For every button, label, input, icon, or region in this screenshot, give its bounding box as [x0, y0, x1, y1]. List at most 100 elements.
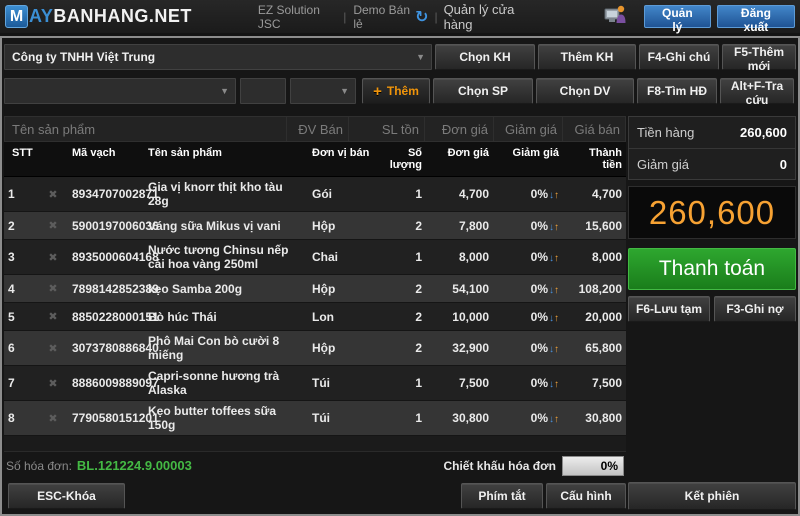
delete-row-icon[interactable]: ✖: [38, 409, 68, 428]
discount-up-icon[interactable]: ↑: [554, 222, 559, 233]
table-row[interactable]: 4 ✖ 7898142852389 kẹo Samba 200g Hộp 2 5…: [4, 275, 626, 303]
table-row[interactable]: 5 ✖ 8850228000151 Bò húc Thái Lon 2 10,0…: [4, 303, 626, 331]
table-header-row: STT Mã vạch Tên sản phẩm Đơn vị bán Số l…: [4, 142, 626, 177]
row-product-name: Bò húc Thái: [144, 307, 308, 327]
lock-button[interactable]: ESC-Khóa: [8, 483, 125, 509]
row-barcode: 7790580151201: [68, 408, 144, 428]
company-name: EZ Solution JSC: [258, 3, 336, 31]
table-row[interactable]: 1 ✖ 8934707002871 Gia vị knorr thịt kho …: [4, 177, 626, 212]
customer-value: Công ty TNHH Việt Trung: [12, 50, 155, 64]
grand-total-display: 260,600: [628, 186, 796, 239]
row-discount[interactable]: 0%↓↑: [493, 408, 563, 428]
store-manage-link[interactable]: Quản lý cửa hàng: [444, 2, 526, 32]
top-bar: M AY BANHANG.NET EZ Solution JSC | Demo …: [0, 0, 800, 33]
row-total: 108,200: [563, 279, 626, 299]
row-unit-price: 10,000: [426, 307, 493, 327]
table-row[interactable]: 2 ✖ 5900197006036 Váng sữa Mikus vị vani…: [4, 212, 626, 240]
debt-button[interactable]: F3-Ghi nợ: [714, 296, 796, 322]
row-product-name: Phô Mai Con bò cười 8 miếng: [144, 331, 308, 365]
discount-up-icon[interactable]: ↑: [554, 414, 559, 425]
delete-row-icon[interactable]: ✖: [38, 307, 68, 326]
row-product-name: Váng sữa Mikus vị vani: [144, 216, 308, 236]
row-unit-price: 8,000: [426, 247, 493, 267]
customer-select[interactable]: Công ty TNHH Việt Trung ▼: [4, 44, 432, 70]
chevron-down-icon: ▼: [416, 52, 425, 62]
discount-up-icon[interactable]: ↑: [554, 379, 559, 390]
store-mode: Demo Bán lẻ: [353, 3, 415, 31]
row-quantity: 2: [374, 279, 426, 299]
add-customer-button[interactable]: Thêm KH: [538, 44, 636, 70]
col-name: Tên sản phẩm: [144, 142, 308, 176]
discount-up-icon[interactable]: ↑: [554, 253, 559, 264]
config-button[interactable]: Cấu hình: [546, 483, 626, 509]
row-product-name: Nước tương Chinsu nếp cái hoa vàng 250ml: [144, 240, 308, 274]
delete-row-icon[interactable]: ✖: [38, 374, 68, 393]
table-row[interactable]: 7 ✖ 8886009889097 Capri-sonne hương trà …: [4, 366, 626, 401]
shortcuts-button[interactable]: Phím tắt: [461, 483, 543, 509]
row-unit-price: 4,700: [426, 184, 493, 204]
row-total: 20,000: [563, 307, 626, 327]
row-discount[interactable]: 0%↓↑: [493, 247, 563, 267]
refresh-icon[interactable]: ↻: [415, 7, 428, 27]
filter-sale-price: Giá bán: [562, 117, 625, 141]
row-total: 15,600: [563, 216, 626, 236]
note-button[interactable]: F4-Ghi chú: [639, 44, 719, 70]
table-row[interactable]: 8 ✖ 7790580151201 Kẹo butter toffees sữa…: [4, 401, 626, 436]
discount-up-icon[interactable]: ↑: [554, 344, 559, 355]
bottom-button-bar: ESC-Khóa Phím tắt Cấu hình: [4, 482, 626, 512]
discount-up-icon[interactable]: ↑: [554, 313, 559, 324]
row-discount[interactable]: 0%↓↑: [493, 307, 563, 327]
row-discount[interactable]: 0%↓↑: [493, 338, 563, 358]
discount-up-icon[interactable]: ↑: [554, 190, 559, 201]
user-icon[interactable]: [604, 4, 628, 29]
row-discount[interactable]: 0%↓↑: [493, 279, 563, 299]
row-unit: Gói: [308, 184, 374, 204]
end-session-button[interactable]: Kết phiên: [628, 482, 796, 510]
table-row[interactable]: 6 ✖ 3073780886840 Phô Mai Con bò cười 8 …: [4, 331, 626, 366]
table-row[interactable]: 3 ✖ 8935000604168 Nước tương Chinsu nếp …: [4, 240, 626, 275]
row-discount[interactable]: 0%↓↑: [493, 216, 563, 236]
logout-button[interactable]: Đăng xuất: [717, 5, 795, 28]
app-logo[interactable]: M AY BANHANG.NET: [5, 5, 192, 28]
choose-service-button[interactable]: Chọn DV: [536, 78, 634, 104]
save-temp-button[interactable]: F6-Lưu tạm: [628, 296, 710, 322]
add-item-button[interactable]: + Thêm: [362, 78, 430, 104]
delete-row-icon[interactable]: ✖: [38, 216, 68, 235]
discount-up-icon[interactable]: ↑: [554, 285, 559, 296]
row-discount[interactable]: 0%↓↑: [493, 373, 563, 393]
choose-product-button[interactable]: Chọn SP: [433, 78, 533, 104]
row-index: 8: [4, 408, 38, 428]
choose-customer-button[interactable]: Chọn KH: [435, 44, 535, 70]
delete-row-icon[interactable]: ✖: [38, 339, 68, 358]
filter-product-name: Tên sản phẩm: [5, 122, 286, 137]
discount-row: Giảm giá 0: [629, 148, 795, 179]
lookup-button[interactable]: Alt+F-Tra cứu: [720, 78, 794, 104]
invoice-number-value: BL.121224.9.00003: [77, 458, 192, 473]
delete-row-icon[interactable]: ✖: [38, 185, 68, 204]
row-discount[interactable]: 0%↓↑: [493, 184, 563, 204]
totals-box: Tiền hàng 260,600 Giảm giá 0: [628, 116, 796, 180]
store-separator: |: [434, 10, 437, 24]
row-index: 4: [4, 279, 38, 299]
new-invoice-button[interactable]: F5-Thêm mới: [722, 44, 796, 70]
row-index: 2: [4, 216, 38, 236]
invoice-info-row: Số hóa đơn: BL.121224.9.00003 Chiết khấu…: [4, 452, 626, 479]
quantity-input[interactable]: [240, 78, 286, 104]
unit-select[interactable]: ▼: [290, 78, 356, 104]
logo-m-icon: M: [5, 5, 28, 28]
row-discount-value: 0%: [531, 187, 548, 201]
product-select[interactable]: ▼: [4, 78, 236, 104]
manage-button[interactable]: Quản lý: [644, 5, 711, 28]
chevron-down-icon: ▼: [340, 86, 349, 96]
product-filter-row[interactable]: Tên sản phẩm ĐV Bán SL tồn Đơn giá Giảm …: [4, 116, 626, 142]
row-unit-price: 30,800: [426, 408, 493, 428]
find-invoice-button[interactable]: F8-Tìm HĐ: [637, 78, 717, 104]
chevron-down-icon: ▼: [220, 86, 229, 96]
delete-row-icon[interactable]: ✖: [38, 248, 68, 267]
invoice-discount-input[interactable]: [562, 456, 624, 476]
delete-row-icon[interactable]: ✖: [38, 279, 68, 298]
row-unit-price: 7,500: [426, 373, 493, 393]
row-discount-value: 0%: [531, 219, 548, 233]
row-total: 30,800: [563, 408, 626, 428]
pay-button[interactable]: Thanh toán: [628, 248, 796, 290]
